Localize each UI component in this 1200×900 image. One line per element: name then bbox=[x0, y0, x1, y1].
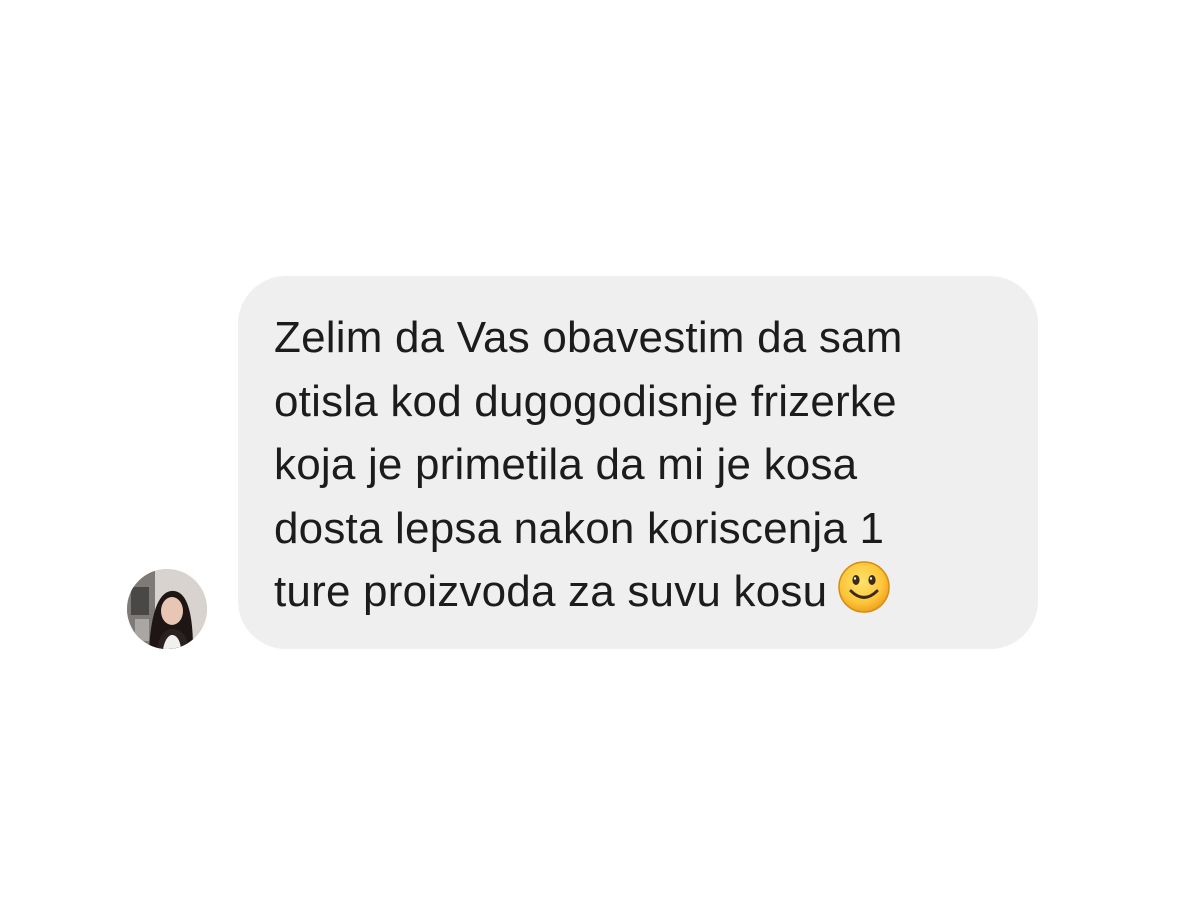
message-line-last: ture proizvoda za suvu kosu bbox=[274, 560, 1008, 624]
avatar[interactable] bbox=[127, 569, 207, 649]
message-text: Zelim da Vas obavestim da sam otisla kod… bbox=[274, 306, 1008, 624]
message-line: ture proizvoda za suvu kosu bbox=[274, 567, 828, 616]
message-line: koja je primetila da mi je kosa bbox=[274, 440, 858, 489]
message-row: Zelim da Vas obavestim da sam otisla kod… bbox=[0, 0, 1200, 900]
message-line: dosta lepsa nakon koriscenja 1 bbox=[274, 503, 885, 553]
message-bubble[interactable]: Zelim da Vas obavestim da sam otisla kod… bbox=[238, 276, 1038, 649]
slightly-smiling-face-icon bbox=[837, 560, 891, 614]
message-line: otisla kod dugogodisnje frizerke bbox=[274, 376, 897, 426]
message-line: Zelim da Vas obavestim da sam bbox=[274, 313, 903, 362]
